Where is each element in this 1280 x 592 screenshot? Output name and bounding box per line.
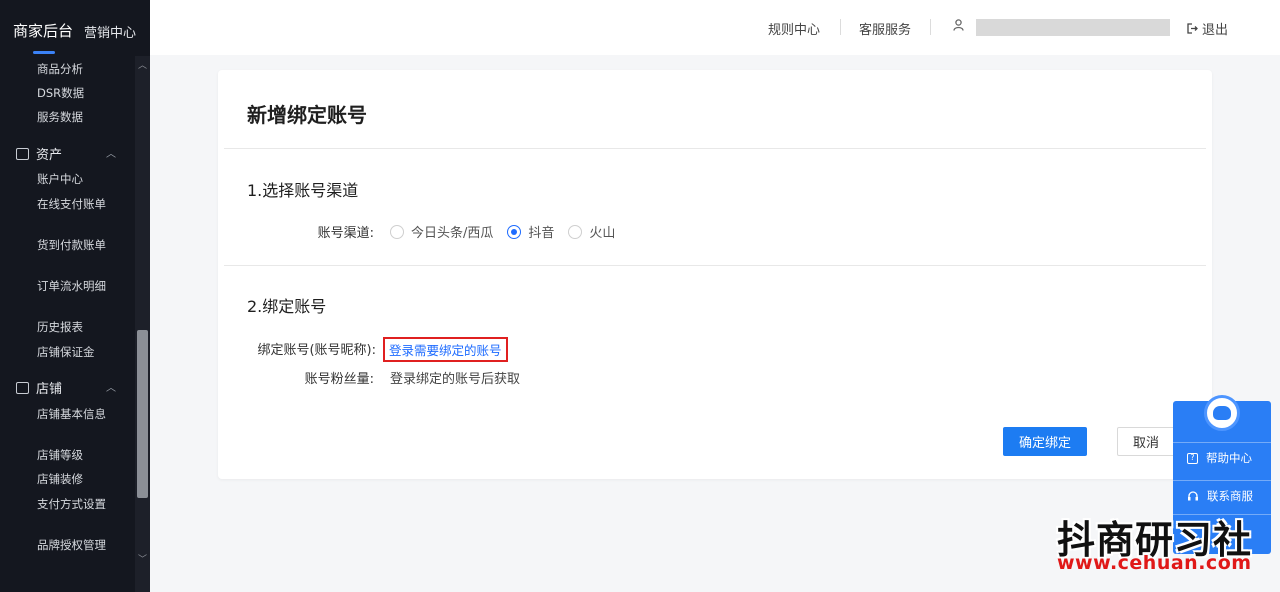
contact-service-button[interactable]: 联系商服 bbox=[1173, 480, 1271, 512]
radio-channel-huoshan[interactable]: 火山 bbox=[568, 222, 615, 241]
sidebar-group-label: 店铺 bbox=[36, 382, 63, 397]
service-avatar-icon[interactable] bbox=[1204, 395, 1240, 431]
active-tab-indicator bbox=[33, 51, 55, 54]
divider bbox=[224, 148, 1206, 149]
sidebar-item-dsr[interactable]: DSR数据 bbox=[37, 85, 117, 101]
scroll-down-icon[interactable]: ﹀ bbox=[137, 552, 148, 565]
channel-radio-group: 今日头条/西瓜 抖音 火山 bbox=[390, 222, 615, 241]
login-bind-account-link[interactable]: 登录需要绑定的账号 bbox=[383, 337, 508, 362]
customer-service-link[interactable]: 客服服务 bbox=[859, 19, 911, 38]
sidebar-item-shop-level[interactable]: 店铺等级 bbox=[37, 447, 117, 463]
headset-icon bbox=[1188, 491, 1198, 501]
sidebar-item-product-analysis[interactable]: 商品分析 bbox=[37, 61, 117, 77]
sidebar-group-assets[interactable]: 资产 bbox=[16, 144, 62, 163]
contact-service-label: 联系商服 bbox=[1207, 489, 1253, 503]
radio-channel-douyin[interactable]: 抖音 bbox=[507, 222, 554, 241]
wallet-icon bbox=[16, 147, 29, 160]
radio-channel-toutiao[interactable]: 今日头条/西瓜 bbox=[390, 222, 493, 241]
sidebar-item-shop-info[interactable]: 店铺基本信息 bbox=[37, 406, 117, 422]
sidebar-item-deposit[interactable]: 店铺保证金 bbox=[37, 344, 117, 360]
brand-title[interactable]: 商家后台 bbox=[13, 20, 73, 41]
brand-subtitle[interactable]: 营销中心 bbox=[84, 22, 136, 41]
chevron-up-icon[interactable]: ︿ bbox=[106, 379, 116, 394]
section-title-channel: 1.选择账号渠道 bbox=[247, 181, 359, 200]
sidebar-item-order-flow[interactable]: 订单流水明细 bbox=[37, 278, 117, 294]
header-divider bbox=[840, 19, 841, 35]
radio-label: 今日头条/西瓜 bbox=[411, 226, 494, 241]
fans-count-label: 账号粉丝量: bbox=[304, 372, 374, 387]
logout-label: 退出 bbox=[1202, 23, 1229, 38]
sidebar-item-online-bill[interactable]: 在线支付账单 bbox=[37, 196, 117, 212]
sidebar-item-service-data[interactable]: 服务数据 bbox=[37, 109, 117, 125]
sidebar-item-history-report[interactable]: 历史报表 bbox=[37, 319, 117, 335]
confirm-bind-button[interactable]: 确定绑定 bbox=[1003, 427, 1087, 456]
radio-label: 抖音 bbox=[528, 226, 555, 241]
radio-circle[interactable] bbox=[568, 224, 583, 239]
fans-count-value: 登录绑定的账号后获取 bbox=[390, 372, 521, 387]
page-title: 新增绑定账号 bbox=[247, 103, 367, 127]
top-header: 规则中心 客服服务 退出 bbox=[150, 0, 1280, 55]
help-center-button[interactable]: ? 帮助中心 bbox=[1173, 442, 1271, 474]
sidebar-group-shop[interactable]: 店铺 bbox=[16, 378, 62, 397]
sidebar-item-brand-auth[interactable]: 品牌授权管理 bbox=[37, 537, 117, 553]
logout-icon bbox=[1187, 23, 1198, 34]
section-title-bind: 2.绑定账号 bbox=[247, 297, 327, 316]
cancel-button[interactable]: 取消 bbox=[1117, 427, 1175, 456]
sidebar-item-shop-decor[interactable]: 店铺装修 bbox=[37, 471, 117, 487]
sidebar-group-label: 资产 bbox=[36, 148, 63, 163]
bind-account-label: 绑定账号(账号昵称): bbox=[257, 343, 376, 358]
user-icon[interactable] bbox=[953, 19, 964, 34]
watermark-url: www.cehuan.com bbox=[1057, 552, 1252, 574]
logout-button[interactable]: 退出 bbox=[1187, 19, 1228, 38]
username-redacted[interactable] bbox=[976, 19, 1170, 36]
radio-circle[interactable] bbox=[390, 224, 404, 239]
bind-account-card: 新增绑定账号 1.选择账号渠道 账号渠道: 今日头条/西瓜 抖音 火山 2.绑定… bbox=[218, 70, 1212, 479]
scroll-up-icon[interactable]: ︿ bbox=[137, 58, 148, 71]
sidebar: 商家后台 营销中心 商品分析 DSR数据 服务数据 资产 ︿ 账户中心 在线支付… bbox=[0, 0, 150, 592]
help-center-label: 帮助中心 bbox=[1206, 451, 1252, 465]
sidebar-item-cod-bill[interactable]: 货到付款账单 bbox=[37, 237, 117, 253]
sidebar-item-payment-settings[interactable]: 支付方式设置 bbox=[37, 496, 117, 512]
sidebar-item-account-center[interactable]: 账户中心 bbox=[37, 171, 117, 187]
rules-center-link[interactable]: 规则中心 bbox=[768, 19, 820, 38]
sidebar-scrollbar-track[interactable] bbox=[135, 56, 150, 592]
chevron-up-icon[interactable]: ︿ bbox=[106, 145, 116, 160]
divider bbox=[224, 265, 1206, 266]
sidebar-scrollbar-thumb[interactable] bbox=[137, 330, 148, 498]
channel-label: 账号渠道: bbox=[317, 226, 374, 241]
store-icon bbox=[16, 381, 29, 394]
radio-label: 火山 bbox=[589, 226, 616, 241]
question-icon: ? bbox=[1187, 452, 1198, 464]
header-divider bbox=[930, 19, 931, 35]
radio-circle[interactable] bbox=[507, 224, 522, 239]
